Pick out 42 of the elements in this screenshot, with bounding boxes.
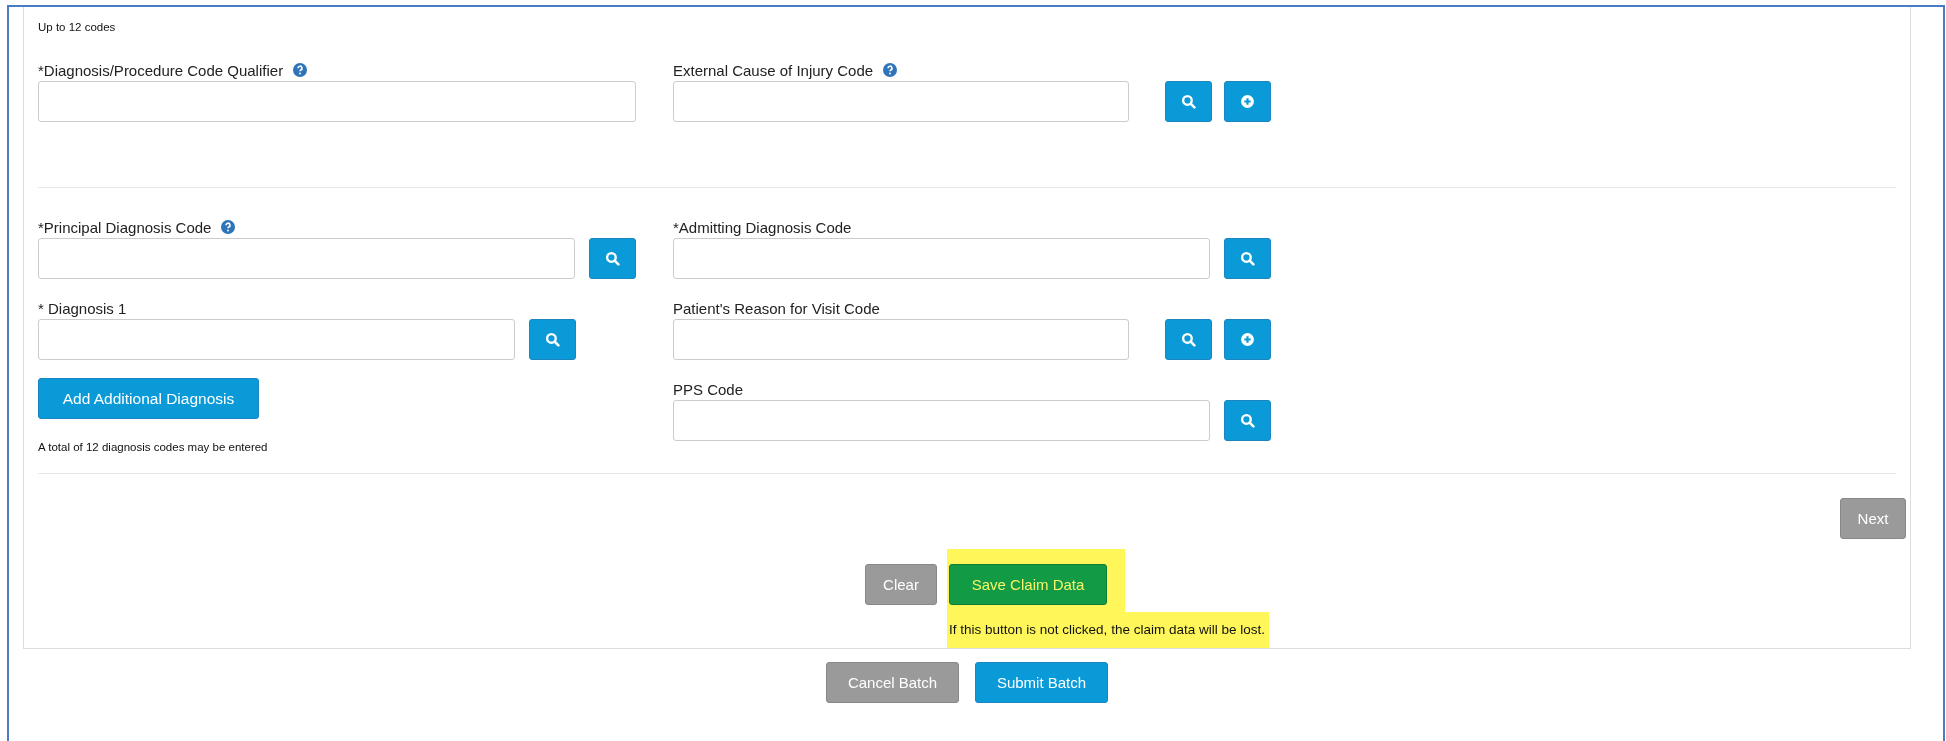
- add-diagnosis-button[interactable]: Add Additional Diagnosis: [38, 378, 259, 419]
- search-button[interactable]: [1165, 81, 1212, 122]
- input-field[interactable]: [673, 81, 1129, 122]
- clear-button[interactable]: Clear: [865, 564, 938, 605]
- field-label: *Principal Diagnosis Code: [38, 218, 212, 236]
- input-field[interactable]: [38, 81, 636, 122]
- search-button[interactable]: [1224, 400, 1271, 441]
- add-button[interactable]: [1224, 319, 1271, 360]
- search-icon: [545, 332, 560, 347]
- field-label: PPS Code: [673, 380, 744, 398]
- search-button[interactable]: [1165, 319, 1212, 360]
- field-label: External Cause of Injury Code: [673, 61, 874, 79]
- search-button[interactable]: [529, 319, 576, 360]
- input-field[interactable]: [673, 238, 1210, 279]
- help-icon[interactable]: [293, 63, 308, 77]
- save-button[interactable]: Save Claim Data: [949, 564, 1108, 605]
- input-field[interactable]: [673, 400, 1210, 441]
- input-field[interactable]: [38, 238, 575, 279]
- help-icon[interactable]: [221, 220, 236, 234]
- search-icon: [1240, 251, 1255, 266]
- field-label: * Diagnosis 1: [38, 299, 127, 317]
- help-icon[interactable]: [883, 63, 898, 77]
- plus-icon: [1240, 94, 1255, 109]
- submit-batch-button[interactable]: Submit Batch: [975, 662, 1108, 703]
- field-label: *Diagnosis/Procedure Code Qualifier: [38, 61, 284, 79]
- plus-icon: [1240, 332, 1255, 347]
- next-button[interactable]: Next: [1840, 498, 1906, 539]
- search-button[interactable]: [1224, 238, 1271, 279]
- search-icon: [1240, 413, 1255, 428]
- field-label: Patient's Reason for Visit Code: [673, 299, 880, 317]
- search-icon: [1181, 332, 1196, 347]
- input-field[interactable]: [38, 319, 515, 360]
- warning-note: If this button is not clicked, the claim data will be lost.: [947, 612, 1269, 648]
- search-icon: [605, 251, 620, 266]
- limit-note: A total of 12 diagnosis codes may be entered: [38, 441, 269, 453]
- cancel-batch-button[interactable]: Cancel Batch: [826, 662, 959, 703]
- codes-note: Up to 12 codes: [38, 21, 117, 33]
- input-field[interactable]: [673, 319, 1129, 360]
- field-label: *Admitting Diagnosis Code: [673, 218, 852, 236]
- search-icon: [1181, 94, 1196, 109]
- search-button[interactable]: [589, 238, 636, 279]
- add-button[interactable]: [1224, 81, 1271, 122]
